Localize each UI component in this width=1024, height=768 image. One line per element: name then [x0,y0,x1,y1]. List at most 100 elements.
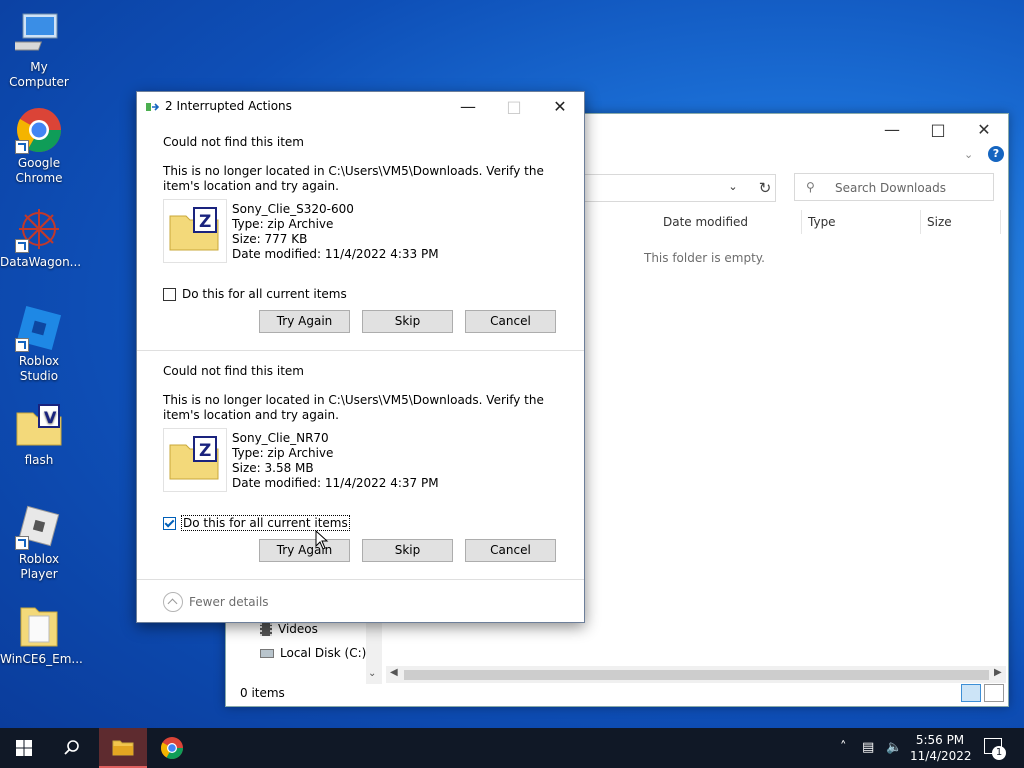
column-separator [920,210,921,234]
search-icon [64,740,79,755]
file-name: Sony_Clie_NR70 [232,431,329,445]
search-input[interactable]: Search Downloads [794,173,994,201]
nav-item-label: Videos [278,622,318,636]
checkbox-label: Do this for all current items [182,287,347,301]
section-divider [137,579,584,580]
zip-folder-icon: Z [169,207,219,251]
large-icons-view-button[interactable] [984,684,1004,702]
chrome-icon [15,106,63,154]
computer-icon [3,10,63,58]
cancel-button[interactable]: Cancel [465,539,556,562]
scroll-right-arrow-icon[interactable]: ▶ [994,667,1002,678]
do-for-all-checkbox[interactable]: Do this for all current items [163,515,350,531]
section-message: This is no longer located in C:\Users\VM… [163,393,544,422]
close-button[interactable]: ✕ [537,92,583,120]
maximize-button[interactable]: □ [915,114,961,144]
dialog-title: 2 Interrupted Actions [165,99,292,113]
details-view-button[interactable] [961,684,981,702]
system-clock[interactable]: 5:56 PM 11/4/2022 [910,732,972,764]
address-bar[interactable] [581,174,776,202]
minimize-button[interactable]: — [869,114,915,144]
file-name: Sony_Clie_S320-600 [232,202,354,216]
clock-time: 5:56 PM [915,733,965,747]
column-separator [801,210,802,234]
file-details: Sony_Clie_S320-600 Type: zip Archive Siz… [232,202,439,262]
empty-folder-message: This folder is empty. [644,251,765,265]
file-size: Size: 777 KB [232,232,308,246]
taskbar: ˄ ▤ 🔈 5:56 PM 11/4/2022 1 [0,728,1024,768]
column-header-date-modified[interactable]: Date modified [663,215,748,229]
desktop-icon-my-computer[interactable]: My Computer [0,10,78,90]
shortcut-arrow-icon [15,140,29,154]
checkbox-label: Do this for all current items [181,515,350,531]
film-icon [260,622,272,636]
file-type: Type: zip Archive [232,446,334,460]
search-button[interactable] [48,728,96,768]
cancel-button[interactable]: Cancel [465,310,556,333]
help-icon[interactable]: ? [988,146,1004,162]
file-type: Type: zip Archive [232,217,334,231]
scrollbar-thumb[interactable] [404,670,989,680]
status-item-count: 0 items [240,686,285,700]
taskbar-google-chrome[interactable] [148,728,196,768]
desktop-icon-label: Roblox Player [18,552,60,581]
windows-logo-icon [16,740,32,756]
drive-icon [260,648,274,658]
file-thumbnail: Z [163,199,227,263]
desktop-icon-flash[interactable]: V flash [0,403,78,468]
search-icon: ⚲ [806,180,815,194]
interrupted-actions-dialog: 2 Interrupted Actions — □ ✕ Could not fi… [136,91,585,623]
fewer-details-label: Fewer details [189,595,269,609]
column-header-size[interactable]: Size [927,215,952,229]
zip-folder-icon: V [15,403,63,451]
shortcut-arrow-icon [15,239,29,253]
nav-item-label: Local Disk (C:) [280,646,367,660]
file-date: Date modified: 11/4/2022 4:33 PM [232,247,439,261]
chevron-up-icon[interactable]: ˄ [840,740,847,755]
section-divider [137,350,584,351]
file-thumbnail: Z [163,428,227,492]
scroll-down-arrow-icon[interactable]: ⌄ [368,668,376,679]
skip-button[interactable]: Skip [362,310,453,333]
desktop-icon-label: My Computer [9,60,69,89]
volume-icon[interactable]: 🔈 [886,740,902,755]
fewer-details-toggle[interactable]: Fewer details [163,592,269,612]
svg-text:Z: Z [199,212,211,232]
network-icon[interactable]: ▤ [862,740,874,755]
nav-item-local-disk[interactable]: Local Disk (C:) [260,646,366,660]
desktop-icon-roblox-studio[interactable]: Roblox Studio [0,304,78,384]
expand-ribbon-chevron-icon[interactable]: ⌄ [964,148,973,161]
clock-date: 11/4/2022 [910,749,972,763]
skip-button[interactable]: Skip [362,539,453,562]
minimize-button[interactable]: — [445,92,491,120]
chevron-up-icon [163,592,183,612]
roblox-player-icon [15,502,63,550]
chrome-icon [161,737,183,759]
checkbox[interactable] [163,287,176,301]
taskbar-file-explorer[interactable] [99,728,147,768]
scroll-left-arrow-icon[interactable]: ◀ [390,667,398,678]
notification-badge: 1 [992,746,1006,760]
desktop-icon-google-chrome[interactable]: Google Chrome [0,106,78,186]
file-size: Size: 3.58 MB [232,461,314,475]
folder-icon [112,740,134,756]
desktop-icon-datawagon[interactable]: DataWagon... [0,205,81,270]
desktop-icon-wince6[interactable]: WinCE6_Em... [0,602,83,667]
start-button[interactable] [0,728,48,768]
try-again-button[interactable]: Try Again [259,539,350,562]
close-button[interactable]: ✕ [961,114,1007,144]
column-header-type[interactable]: Type [808,215,836,229]
file-details: Sony_Clie_NR70 Type: zip Archive Size: 3… [232,431,439,491]
datawagon-icon [15,205,63,253]
refresh-button[interactable]: ↻ [751,174,779,202]
roblox-studio-icon [15,304,63,352]
checkbox-checked[interactable] [163,516,176,530]
desktop-icon-roblox-player[interactable]: Roblox Player [0,502,78,582]
desktop-icon-label: Google Chrome [15,156,63,185]
do-for-all-checkbox[interactable]: Do this for all current items [163,287,347,301]
column-separator [1000,210,1001,234]
section-heading: Could not find this item [163,364,304,378]
chevron-down-icon[interactable]: ⌄ [724,180,742,194]
try-again-button[interactable]: Try Again [259,310,350,333]
nav-item-videos[interactable]: Videos [260,622,318,636]
